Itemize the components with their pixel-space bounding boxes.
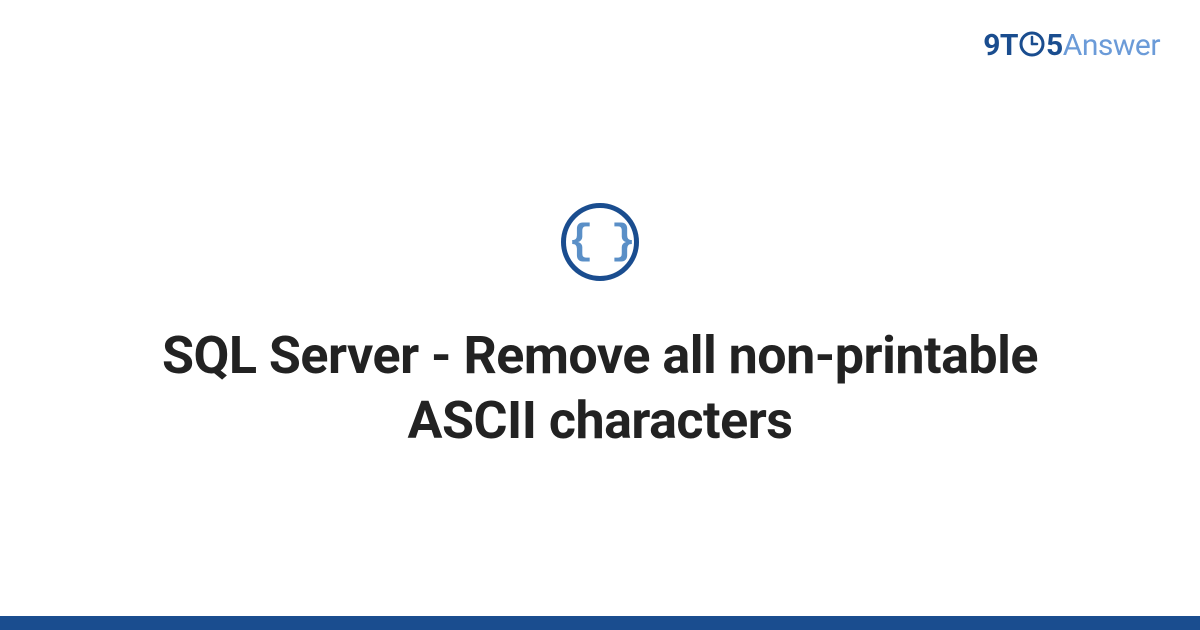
category-icon-circle: { } (561, 203, 639, 281)
main-content: { } SQL Server - Remove all non-printabl… (0, 0, 1200, 616)
page-title: SQL Server - Remove all non-printable AS… (120, 323, 1080, 453)
bottom-accent-bar (0, 616, 1200, 630)
code-braces-icon: { } (568, 221, 632, 263)
